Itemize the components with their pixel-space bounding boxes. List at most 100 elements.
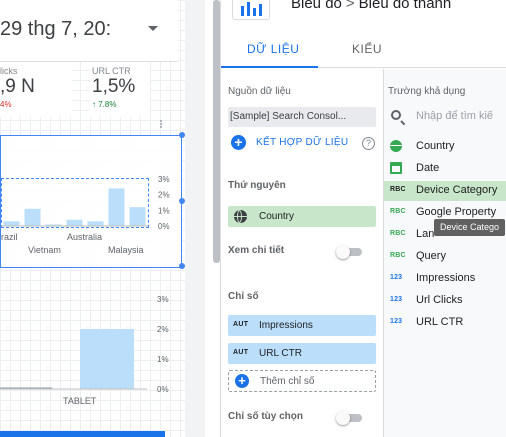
available-fields-heading: Trường khả dụng — [388, 86, 466, 97]
scorecard-value: 1,5% — [92, 76, 136, 97]
x-tick-label: TABLET — [63, 396, 97, 406]
x-tick-label: Malaysia — [108, 245, 144, 255]
number-type-icon: 123 — [390, 274, 403, 281]
text-type-icon: RBC — [390, 208, 406, 215]
metric-name: Impressions — [259, 320, 313, 331]
panel-header: Biểu đồ > Biểu đồ thanh — [221, 0, 506, 30]
date-range-control[interactable]: 29 thg 7, 20: — [0, 0, 178, 62]
scorecard-label: licks — [0, 66, 18, 76]
add-metric-label: Thêm chỉ số — [260, 376, 315, 387]
bar-chart-icon[interactable] — [232, 0, 270, 20]
field-name: Url Clicks — [416, 294, 463, 306]
text-type-icon: RBC — [390, 186, 406, 193]
canvas-grid: 29 thg 7, 20: licks ,9 N 4% URL CTR 1,5%… — [0, 0, 185, 437]
scorecard-delta: 4% — [0, 100, 12, 109]
text-type-icon: RBC — [390, 230, 406, 237]
available-fields-column: Trường khả dụng Nhập để tìm kiế Country … — [384, 69, 506, 437]
field-search[interactable]: Nhập để tìm kiế — [384, 105, 506, 127]
x-tick-label: razil — [1, 232, 18, 242]
text-type-icon: RBC — [390, 252, 406, 259]
drilldown-toggle[interactable] — [336, 245, 362, 259]
help-icon[interactable]: ? — [362, 137, 375, 150]
resize-handle[interactable] — [179, 132, 185, 138]
field-name: Device Category — [416, 184, 498, 196]
field-device-category[interactable]: RBC Device Category — [384, 181, 506, 201]
tab-data[interactable]: DỮ LIỆU — [247, 42, 299, 56]
field-url-ctr[interactable]: 123 URL CTR — [384, 313, 506, 333]
bar-chart-selected[interactable]: 3% 2% 1% 0% razil Australia Vietnam Malaysia — [0, 132, 185, 269]
y-tick-label: 3% — [157, 295, 169, 304]
data-source-selector[interactable]: [Sample] Search Consol... — [228, 107, 376, 127]
add-metric-button[interactable]: + Thêm chỉ số — [228, 370, 376, 392]
data-source-heading: Nguồn dữ liệu — [228, 86, 291, 97]
breadcrumb-leaf: Biểu đồ thanh — [358, 0, 452, 12]
date-range-value: 29 thg 7, 20: — [0, 18, 112, 40]
scorecard-url-ctr[interactable]: URL CTR 1,5% ↑ 7.8% — [90, 62, 150, 117]
number-type-icon: 123 — [390, 296, 403, 303]
x-tick-label: Vietnam — [28, 245, 61, 255]
y-tick-label: 1% — [158, 206, 170, 215]
field-name: Google Property — [416, 206, 497, 218]
chart-bar — [108, 188, 125, 226]
search-input[interactable]: Nhập để tìm kiế — [416, 110, 493, 122]
chart-bar — [66, 219, 83, 226]
data-config-column: Nguồn dữ liệu [Sample] Search Consol... … — [221, 69, 384, 437]
field-date[interactable]: Date — [384, 159, 506, 179]
scorecard-value: ,9 N — [0, 76, 35, 97]
bar-chart-svg: 3% 2% 1% 0% TABLET — [0, 295, 169, 406]
field-name: Country — [416, 140, 455, 152]
field-impressions[interactable]: 123 Impressions — [384, 269, 506, 289]
aggregation-badge: AUT — [233, 321, 249, 328]
globe-icon — [234, 210, 247, 223]
breadcrumb-separator: > — [345, 0, 355, 12]
scorecard-clicks[interactable]: licks ,9 N 4% — [0, 62, 72, 117]
panel-tabs: DỮ LIỆU KIỂU — [221, 32, 506, 68]
breadcrumb-root[interactable]: Biểu đồ — [291, 0, 342, 12]
resize-handle[interactable] — [179, 198, 185, 204]
metric-chip-url-ctr[interactable]: AUT URL CTR — [228, 343, 376, 364]
tab-style[interactable]: KIỂU — [352, 42, 382, 56]
canvas-scrollbar[interactable] — [213, 0, 220, 263]
properties-panel: Biểu đồ > Biểu đồ thanh DỮ LIỆU KIỂU Nguồn… — [220, 0, 506, 437]
optional-metric-toggle[interactable] — [336, 411, 362, 425]
field-name: Impressions — [416, 272, 476, 284]
dimension-heading: Thứ nguyên — [228, 180, 286, 191]
data-source-name: [Sample] Search Consol... — [230, 111, 347, 122]
chevron-down-icon[interactable] — [148, 26, 158, 31]
active-tab-indicator — [221, 66, 318, 68]
report-canvas[interactable]: 29 thg 7, 20: licks ,9 N 4% URL CTR 1,5%… — [0, 0, 205, 437]
scorecard-label: URL CTR — [92, 66, 131, 76]
search-icon — [391, 110, 401, 120]
chart-bar — [129, 207, 146, 226]
y-tick-label: 2% — [158, 191, 170, 200]
bar-chart-svg: 3% 2% 1% 0% razil Australia Vietnam Malaysia — [1, 175, 170, 255]
field-query[interactable]: RBC Query — [384, 247, 506, 267]
chart-bar — [87, 221, 104, 226]
bar-chart-device[interactable]: 3% 2% 1% 0% TABLET — [0, 280, 185, 430]
drilldown-label: Xem chi tiết — [228, 245, 285, 256]
x-tick-label: Australia — [67, 232, 102, 242]
more-options-icon[interactable] — [159, 119, 163, 131]
metric-heading: Chỉ số — [228, 291, 259, 302]
optional-metric-label: Chỉ số tùy chọn — [228, 411, 303, 422]
field-country[interactable]: Country — [384, 137, 506, 157]
field-name: URL CTR — [416, 316, 464, 328]
canvas-bottom-selection — [0, 431, 165, 437]
y-tick-label: 1% — [157, 355, 169, 364]
add-icon: + — [231, 135, 246, 150]
field-name: Query — [416, 250, 446, 262]
field-name: Lan — [416, 228, 435, 240]
field-url-clicks[interactable]: 123 Url Clicks — [384, 291, 506, 311]
number-type-icon: 123 — [390, 318, 403, 325]
scorecard-delta: ↑ 7.8% — [92, 100, 117, 109]
field-name: Date — [416, 162, 440, 174]
dimension-chip-country[interactable]: Country — [228, 206, 376, 227]
metric-name: URL CTR — [259, 348, 302, 359]
globe-icon — [390, 140, 402, 152]
add-icon: + — [235, 374, 249, 388]
metric-chip-impressions[interactable]: AUT Impressions — [228, 315, 376, 336]
calendar-icon — [390, 162, 402, 174]
y-tick-label: 2% — [157, 325, 169, 334]
breadcrumb: Biểu đồ > Biểu đồ thanh — [291, 0, 451, 12]
resize-handle[interactable] — [179, 263, 185, 269]
